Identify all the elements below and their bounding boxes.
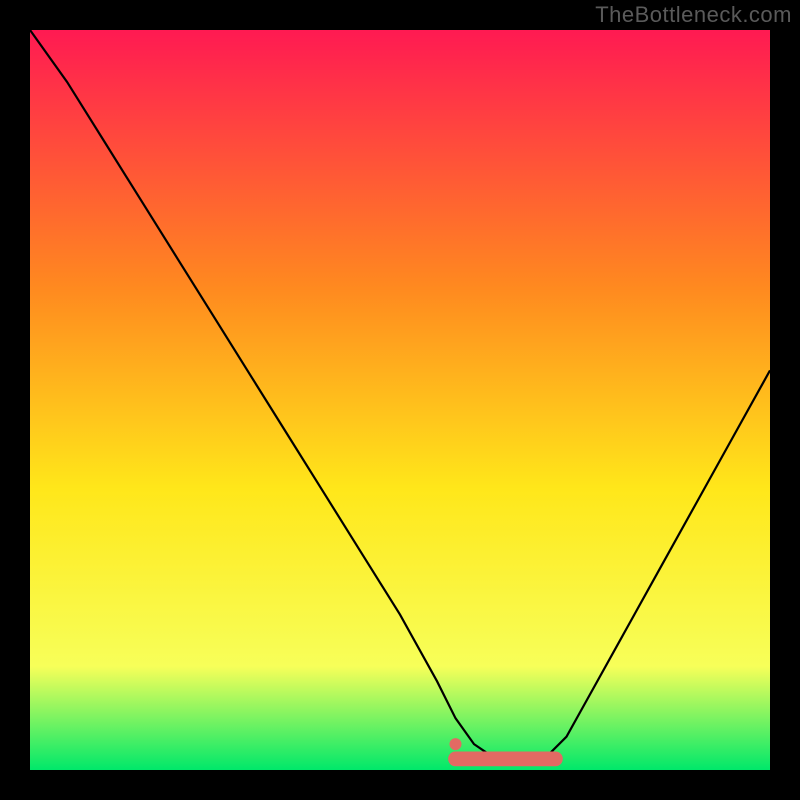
highlight-dot — [450, 738, 462, 750]
plot-area — [30, 30, 770, 770]
chart-svg — [30, 30, 770, 770]
gradient-background — [30, 30, 770, 770]
chart-frame: TheBottleneck.com — [0, 0, 800, 800]
watermark-text: TheBottleneck.com — [595, 2, 792, 28]
